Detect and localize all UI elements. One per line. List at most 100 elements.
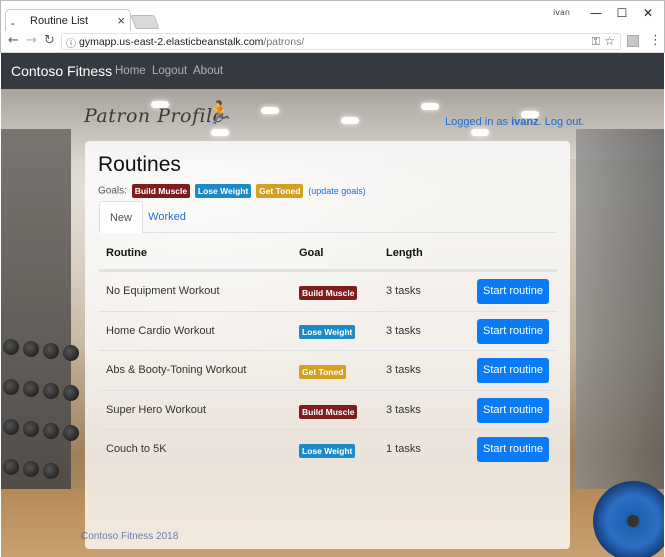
goal-badge: Build Muscle xyxy=(299,285,358,300)
tab-new[interactable]: New xyxy=(99,201,143,233)
goal-badge-get-toned: Get Toned xyxy=(256,184,304,198)
goal-badge: Build Muscle xyxy=(299,404,358,419)
login-status: Logged in as ivanz. Log out. xyxy=(445,116,585,128)
ceiling-light xyxy=(261,107,279,114)
dumbbell xyxy=(43,383,59,399)
header-length: Length xyxy=(386,247,423,259)
back-icon[interactable]: ← xyxy=(8,34,19,48)
browser-menu-icon[interactable]: ⋮ xyxy=(649,33,662,48)
routine-goal: Get Toned xyxy=(299,364,347,380)
dumbbell xyxy=(3,419,19,435)
goals-row: Goals: Build Muscle Lose Weight Get Tone… xyxy=(98,184,366,198)
reload-icon[interactable]: ↻ xyxy=(44,34,55,48)
routines-card: Routines Goals: Build Muscle Lose Weight… xyxy=(85,141,570,549)
nav-home[interactable]: Home xyxy=(115,65,146,77)
close-window-icon[interactable]: ✕ xyxy=(636,5,660,21)
routine-length: 3 tasks xyxy=(386,324,421,337)
routine-goal: Build Muscle xyxy=(299,285,358,300)
ceiling-light xyxy=(471,129,489,136)
goal-badge-lose-weight: Lose Weight xyxy=(194,184,252,198)
dumbbell xyxy=(23,341,39,357)
goal-badge: Lose Weight xyxy=(299,444,356,459)
new-tab-button[interactable] xyxy=(130,15,160,29)
dumbbell xyxy=(3,379,19,395)
routine-length: 3 tasks xyxy=(386,403,421,416)
dumbbell xyxy=(23,421,39,437)
top-navbar: Contoso Fitness Home Logout About xyxy=(1,53,664,89)
table-row: No Equipment Workout Build Muscle 3 task… xyxy=(99,271,557,311)
extension-icon[interactable] xyxy=(627,35,639,47)
dumbbell xyxy=(43,423,59,439)
profile-chip[interactable]: ivan xyxy=(553,8,570,17)
header-routine: Routine xyxy=(106,247,147,259)
table-header: Routine Goal Length xyxy=(99,236,557,271)
key-icon[interactable]: ⚿ xyxy=(592,35,600,49)
ceiling-light xyxy=(421,103,439,110)
header-goal: Goal xyxy=(299,247,324,259)
routine-goal: Build Muscle xyxy=(299,404,358,419)
tab-close-icon[interactable]: × xyxy=(117,13,125,28)
dumbbell xyxy=(23,381,39,397)
routine-tabs: New Worked xyxy=(99,201,557,233)
routine-name: No Equipment Workout xyxy=(106,285,220,297)
address-toolbar: ← → ↻ ⓘ gymapp.us-east-2.elasticbeanstal… xyxy=(0,31,665,53)
start-routine-button[interactable]: Start routine xyxy=(477,318,549,344)
table-row: Home Cardio Workout Lose Weight 3 tasks … xyxy=(99,310,557,351)
goal-badge: Lose Weight xyxy=(299,325,356,340)
dumbbell xyxy=(3,459,19,475)
start-routine-button[interactable]: Start routine xyxy=(477,437,549,463)
dumbbell xyxy=(3,339,19,355)
dumbbell xyxy=(23,461,39,477)
table-row: Super Hero Workout Build Muscle 3 tasks … xyxy=(99,389,557,430)
username: ivanz xyxy=(511,116,539,128)
minimize-icon[interactable]: — xyxy=(584,5,608,21)
forward-icon[interactable]: → xyxy=(26,34,37,48)
tab-title: Routine List xyxy=(30,15,89,27)
ceiling-light xyxy=(211,129,229,136)
routine-length: 3 tasks xyxy=(386,364,421,377)
url-path: /patrons/ xyxy=(263,36,305,48)
logged-in-prefix: Logged in as xyxy=(445,116,508,128)
start-routine-button[interactable]: Start routine xyxy=(477,358,549,384)
bookmark-star-icon[interactable]: ☆ xyxy=(604,34,615,48)
dumbbell xyxy=(63,345,79,361)
routine-name: Super Hero Workout xyxy=(106,403,207,416)
footer-text: Contoso Fitness 2018 xyxy=(81,531,179,542)
start-routine-button[interactable]: Start routine xyxy=(477,279,549,304)
update-goals-link[interactable]: (update goals) xyxy=(308,186,366,196)
routine-name: Abs & Booty-Toning Workout xyxy=(106,364,247,377)
goal-badge: Get Toned xyxy=(299,365,347,380)
url-host: gymapp.us-east-2.elasticbeanstalk.com xyxy=(79,36,264,48)
nav-about[interactable]: About xyxy=(193,65,223,77)
dumbbell xyxy=(43,463,59,479)
maximize-icon[interactable]: ☐ xyxy=(610,5,634,21)
routine-goal: Lose Weight xyxy=(299,443,356,459)
tab-worked[interactable]: Worked xyxy=(145,201,189,233)
info-icon[interactable]: ⓘ xyxy=(66,35,76,50)
table-row: Abs & Booty-Toning Workout Get Toned 3 t… xyxy=(99,350,557,390)
browser-tab[interactable]: ̱̱ Routine List × xyxy=(5,9,131,33)
runner-icon: 🏃 xyxy=(206,101,234,126)
goals-label: Goals: xyxy=(98,185,127,197)
url-input[interactable]: ⓘ gymapp.us-east-2.elasticbeanstalk.com/… xyxy=(61,33,621,50)
browser-titlebar: ̱̱ Routine List × ivan — ☐ ✕ xyxy=(0,0,665,33)
routines-table: Routine Goal Length No Equipment Workout… xyxy=(99,236,557,469)
routine-name: Couch to 5K xyxy=(106,443,167,456)
routine-goal: Lose Weight xyxy=(299,325,356,340)
goal-badge-build-muscle: Build Muscle xyxy=(131,184,191,198)
table-row: Couch to 5K Lose Weight 1 tasks Start ro… xyxy=(99,429,557,469)
dumbbell-rack xyxy=(1,319,86,519)
weight-plate xyxy=(593,481,664,557)
page-viewport: Contoso Fitness Home Logout About Patron… xyxy=(1,53,664,557)
start-routine-button[interactable]: Start routine xyxy=(477,397,549,423)
logout-link[interactable]: Log out. xyxy=(545,116,585,128)
url-text: gymapp.us-east-2.elasticbeanstalk.com/pa… xyxy=(79,36,304,48)
dumbbell xyxy=(63,385,79,401)
ceiling-light xyxy=(341,117,359,124)
routine-length: 3 tasks xyxy=(386,285,421,297)
dumbbell xyxy=(43,343,59,359)
nav-logout[interactable]: Logout xyxy=(152,65,187,77)
routine-length: 1 tasks xyxy=(386,443,421,456)
dumbbell xyxy=(63,425,79,441)
brand-link[interactable]: Contoso Fitness xyxy=(11,63,112,79)
